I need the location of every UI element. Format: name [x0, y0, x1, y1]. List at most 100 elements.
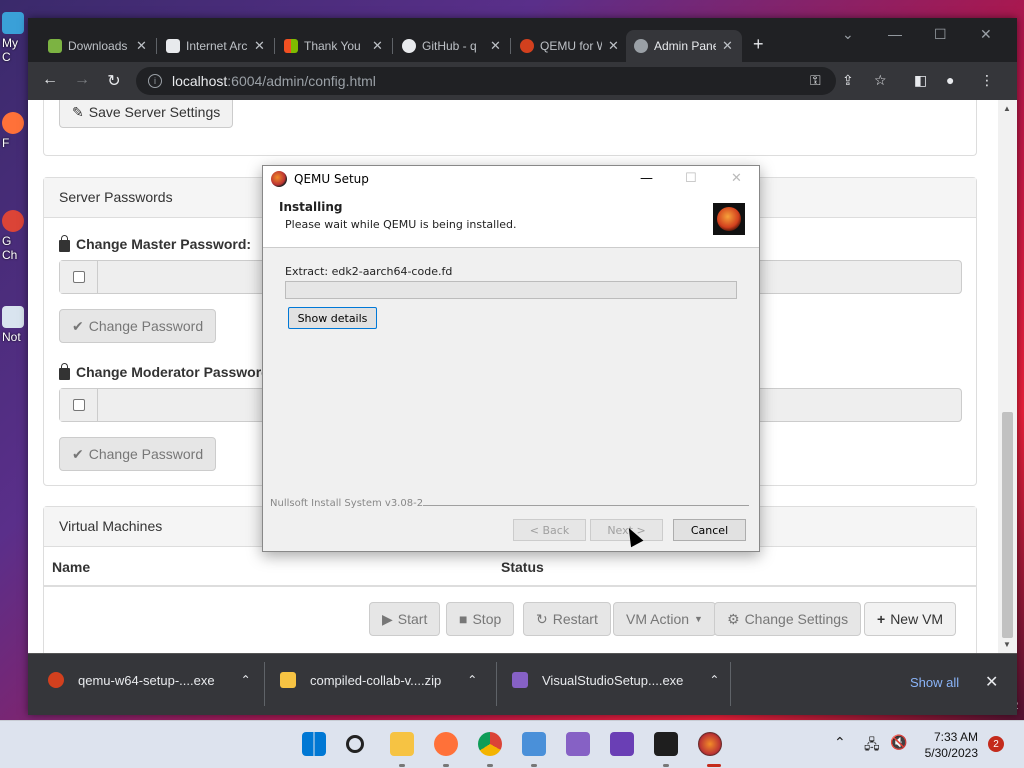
- back-button[interactable]: < Back: [513, 519, 586, 541]
- branding-divider: [423, 505, 749, 506]
- reload-icon[interactable]: ↻: [104, 71, 124, 91]
- volume-muted-icon[interactable]: 🔇: [890, 734, 907, 751]
- tab-internet-archive[interactable]: Internet Archive ✕: [158, 30, 274, 62]
- visual-studio-icon: [512, 672, 528, 688]
- close-download-bar-icon[interactable]: ✕: [985, 672, 998, 692]
- qemu-setup-dialog: QEMU Setup — ☐ ✕ Installing Please wait …: [262, 165, 760, 552]
- download-separator: [496, 662, 497, 706]
- notification-badge[interactable]: 2: [988, 736, 1004, 752]
- scroll-down-icon[interactable]: ▼: [1003, 640, 1011, 649]
- tab-separator: [156, 38, 157, 54]
- chevron-up-icon[interactable]: ⌃: [467, 673, 477, 687]
- chrome-icon[interactable]: [478, 732, 502, 756]
- close-icon[interactable]: ✕: [254, 38, 265, 54]
- refresh-icon: ↻: [536, 610, 548, 627]
- firefox-icon[interactable]: [434, 732, 458, 756]
- change-master-password-button[interactable]: ✔ Change Password: [59, 309, 217, 343]
- minimize-icon[interactable]: —: [888, 26, 902, 42]
- close-icon[interactable]: ✕: [608, 38, 619, 54]
- show-all-downloads-link[interactable]: Show all: [910, 675, 959, 690]
- address-bar[interactable]: i localhost:6004/admin/config.html: [136, 67, 836, 95]
- new-vm-button[interactable]: + New VM: [864, 602, 957, 636]
- profile-avatar-icon[interactable]: ●: [946, 72, 954, 88]
- side-panel-icon[interactable]: ◧: [914, 72, 927, 89]
- master-password-checkbox[interactable]: [72, 271, 85, 283]
- download-item-qemu[interactable]: qemu-w64-setup-....exe ⌃: [48, 672, 251, 688]
- close-window-icon[interactable]: ✕: [980, 26, 992, 43]
- control-panel-icon[interactable]: [522, 732, 546, 756]
- master-password-toggle: [60, 261, 98, 293]
- tab-github[interactable]: GitHub - q ✕: [394, 30, 510, 62]
- tab-qemu[interactable]: QEMU for Windows ✕: [512, 30, 628, 62]
- download-bar: qemu-w64-setup-....exe ⌃ compiled-collab…: [28, 653, 1017, 715]
- desktop-icon-my-computer[interactable]: My C: [2, 12, 28, 64]
- running-indicator: [531, 764, 537, 767]
- github-favicon-icon: [402, 39, 416, 53]
- close-icon: ✕: [731, 171, 742, 186]
- globe-icon: [634, 39, 648, 53]
- visual-studio-icon[interactable]: [566, 732, 590, 756]
- change-moderator-password-button[interactable]: ✔ Change Password: [59, 437, 217, 471]
- terminal-icon[interactable]: [654, 732, 678, 756]
- back-arrow-icon[interactable]: ←: [40, 71, 60, 89]
- download-item-visualstudio[interactable]: VisualStudioSetup....exe ⌃: [512, 672, 719, 688]
- change-settings-button[interactable]: ⚙ Change Settings: [714, 602, 862, 636]
- new-tab-button[interactable]: +: [753, 34, 764, 55]
- running-indicator: [487, 764, 493, 767]
- page-scrollbar[interactable]: ▲ ▼: [998, 100, 1017, 653]
- chevron-up-icon[interactable]: ⌃: [834, 734, 846, 751]
- installing-subtitle: Please wait while QEMU is being installe…: [285, 218, 517, 231]
- qemu-installer-icon[interactable]: [698, 732, 722, 756]
- gear-icon: ⚙: [727, 610, 740, 627]
- nsis-branding: Nullsoft Install System v3.08-2: [270, 498, 424, 509]
- running-indicator: [707, 764, 721, 767]
- start-vm-button[interactable]: ▶ Start: [369, 602, 441, 636]
- play-icon: ▶: [382, 610, 393, 627]
- network-icon[interactable]: 🖧: [864, 734, 880, 758]
- desktop-icon-chrome[interactable]: G Ch: [2, 210, 28, 262]
- tab-admin-panel[interactable]: Admin Panel ✕: [626, 30, 742, 62]
- windows-start-icon[interactable]: [302, 732, 326, 756]
- vm-action-dropdown[interactable]: VM Action ▼: [613, 602, 716, 636]
- close-icon[interactable]: ✕: [136, 38, 147, 54]
- chevron-up-icon[interactable]: ⌃: [241, 673, 251, 687]
- table-header-divider: [44, 585, 976, 587]
- download-separator: [264, 662, 265, 706]
- download-separator: [730, 662, 731, 706]
- stop-icon: ■: [459, 611, 468, 627]
- key-icon[interactable]: ⚿: [810, 72, 821, 89]
- cancel-button[interactable]: Cancel: [673, 519, 746, 541]
- share-icon[interactable]: ⇪: [842, 72, 854, 89]
- search-icon[interactable]: [346, 735, 364, 753]
- close-icon[interactable]: ✕: [372, 38, 383, 54]
- restart-vm-button[interactable]: ↻ Restart: [523, 602, 611, 636]
- tab-downloads[interactable]: Downloads ✕: [40, 30, 156, 62]
- more-menu-icon[interactable]: ⋮: [980, 72, 994, 89]
- show-details-button[interactable]: Show details: [288, 307, 377, 329]
- close-icon[interactable]: ✕: [490, 38, 501, 54]
- firefox-icon: [2, 112, 24, 134]
- file-explorer-icon[interactable]: [390, 732, 414, 756]
- moderator-password-checkbox[interactable]: [72, 399, 85, 411]
- maximize-icon[interactable]: ☐: [934, 26, 947, 43]
- system-clock[interactable]: 7:33 AM 5/30/2023: [912, 729, 978, 761]
- visual-studio-preview-icon[interactable]: [610, 732, 634, 756]
- caret-down-icon: ▼: [694, 614, 703, 624]
- info-icon[interactable]: i: [148, 74, 162, 88]
- tab-search-chevron-icon[interactable]: ⌄: [842, 26, 854, 43]
- tab-separator: [392, 38, 393, 54]
- scroll-up-icon[interactable]: ▲: [1003, 104, 1011, 113]
- minimize-icon[interactable]: —: [640, 171, 653, 186]
- close-icon[interactable]: ✕: [722, 38, 733, 54]
- stop-vm-button[interactable]: ■ Stop: [446, 602, 515, 636]
- desktop-icon-firefox[interactable]: F: [2, 112, 28, 150]
- chevron-up-icon[interactable]: ⌃: [709, 673, 719, 687]
- archive-favicon-icon: [166, 39, 180, 53]
- desktop-icon-notepad[interactable]: Not: [2, 306, 28, 344]
- scrollbar-thumb[interactable]: [1002, 412, 1013, 638]
- tab-thank-you[interactable]: Thank You ✕: [276, 30, 392, 62]
- save-server-settings-button[interactable]: ✎ Save Server Settings: [59, 100, 234, 128]
- download-item-collab-zip[interactable]: compiled-collab-v....zip ⌃: [280, 672, 477, 688]
- forward-arrow-icon[interactable]: →: [72, 71, 92, 89]
- star-icon[interactable]: ☆: [874, 72, 887, 89]
